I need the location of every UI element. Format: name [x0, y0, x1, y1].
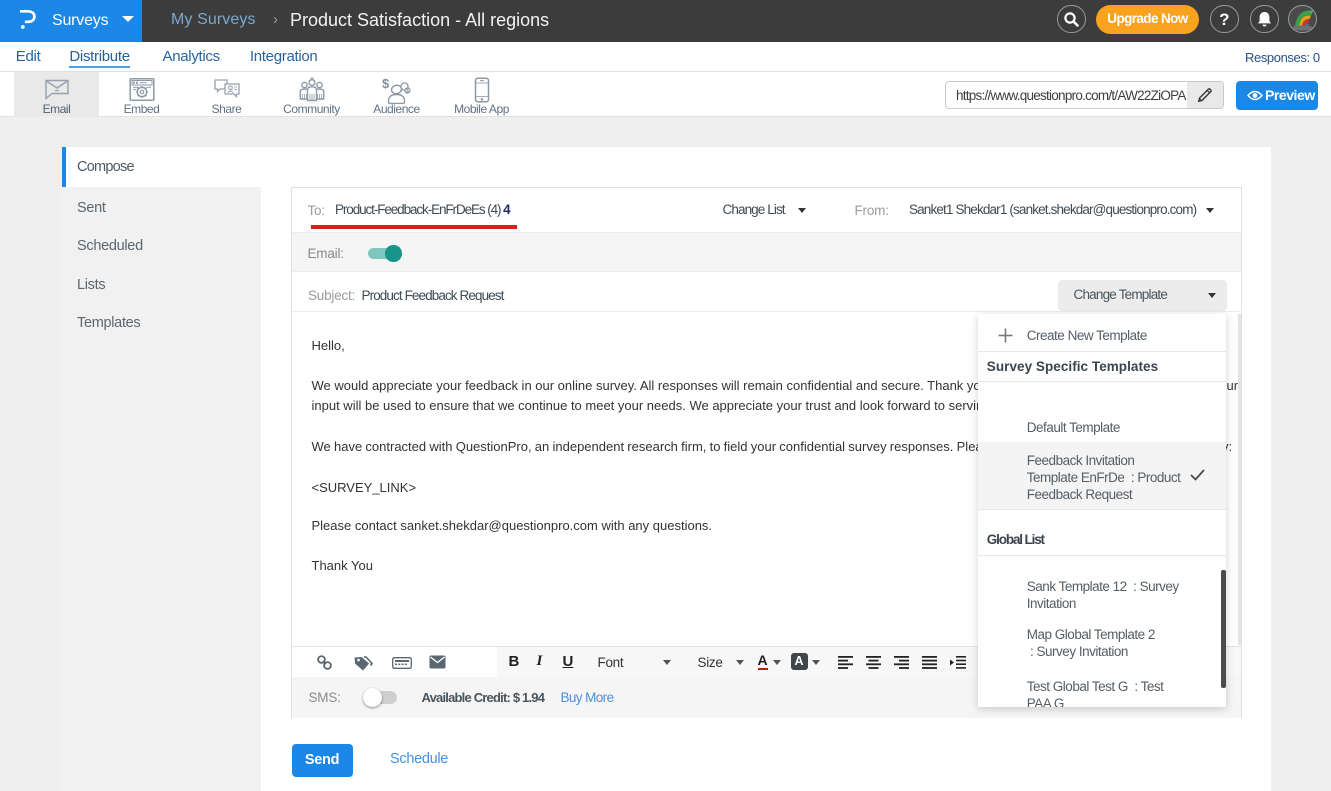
svg-text:$: $ — [382, 77, 390, 91]
